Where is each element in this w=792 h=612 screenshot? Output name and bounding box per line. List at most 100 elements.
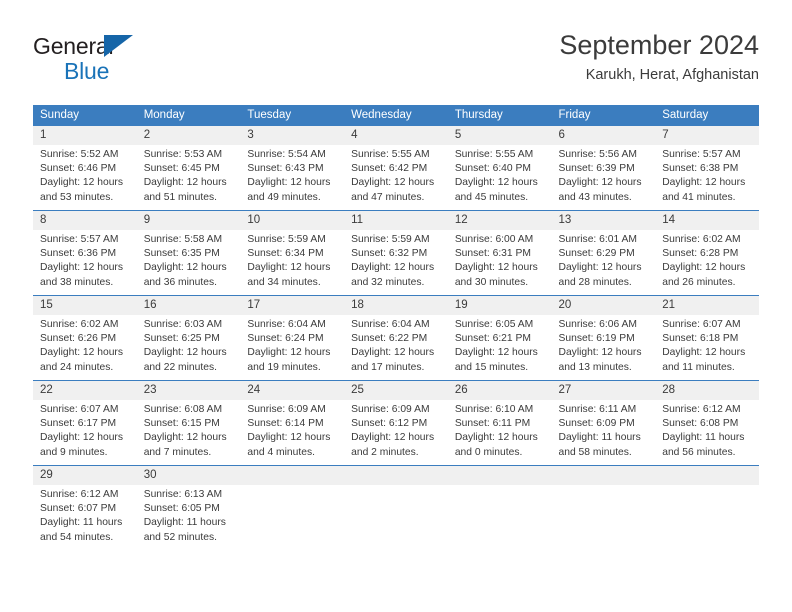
sunset-time: Sunset: 6:46 PM — [40, 163, 117, 175]
sunset-time: Sunset: 6:08 PM — [662, 418, 739, 430]
daylight-duration-line2: and 41 minutes. — [662, 191, 736, 203]
day-number: 4 — [344, 126, 448, 145]
sunset-time: Sunset: 6:22 PM — [351, 333, 428, 345]
daylight-duration-line2: and 15 minutes. — [454, 361, 529, 373]
daylight-duration-line1: Daylight: 12 hours — [662, 177, 746, 189]
sunrise-time: Sunrise: 6:12 AM — [662, 404, 741, 415]
sunrise-time: Sunrise: 6:04 AM — [351, 319, 430, 330]
column-header-friday: Friday — [551, 105, 656, 126]
calendar-day-cell[interactable]: 5 Sunrise: 5:55 AM Sunset: 6:40 PM Daylight… — [447, 125, 552, 211]
calendar-day-cell[interactable]: 28 Sunrise: 6:12 AM Sunset: 6:08 PM Dayligh… — [655, 380, 759, 466]
calendar-day-cell[interactable]: 12 Sunrise: 6:00 AM Sunset: 6:31 PM Dayligh… — [447, 210, 552, 296]
day-details: Sunrise: 6:00 AM Sunset: 6:31 PM Daylight:… — [448, 230, 552, 290]
sunrise-time: Sunrise: 6:01 AM — [558, 234, 637, 245]
calendar-day-cell[interactable]: 10 Sunrise: 5:59 AM Sunset: 6:34 PM Dayligh… — [240, 210, 345, 296]
daylight-duration-line1: Daylight: 12 hours — [40, 432, 123, 444]
sunset-time: Sunset: 6:45 PM — [143, 163, 220, 175]
daylight-duration-line1: Daylight: 12 hours — [558, 177, 642, 189]
daylight-duration-line2: and 17 minutes. — [351, 361, 425, 373]
daylight-duration-line2: and 0 minutes. — [454, 446, 523, 458]
daylight-duration-line2: and 54 minutes. — [40, 531, 114, 543]
day-number: 30 — [136, 466, 241, 485]
daylight-duration-line1: Daylight: 12 hours — [454, 432, 538, 444]
calendar-day-cell[interactable]: 6 Sunrise: 5:56 AM Sunset: 6:39 PM Daylight… — [551, 125, 656, 211]
sunset-time: Sunset: 6:42 PM — [351, 163, 428, 175]
sunrise-time: Sunrise: 5:53 AM — [143, 149, 223, 160]
calendar-day-cell[interactable]: 20 Sunrise: 6:06 AM Sunset: 6:19 PM Dayligh… — [551, 295, 656, 381]
daylight-duration-line2: and 30 minutes. — [454, 276, 529, 288]
calendar-day-cell[interactable]: 27 Sunrise: 6:11 AM Sunset: 6:09 PM Dayligh… — [551, 380, 656, 466]
daylight-duration-line1: Daylight: 12 hours — [143, 432, 227, 444]
calendar-day-cell[interactable]: 7 Sunrise: 5:57 AM Sunset: 6:38 PM Daylight… — [655, 125, 759, 211]
calendar-day-cell[interactable]: 9 Sunrise: 5:58 AM Sunset: 6:35 PM Daylight… — [136, 210, 241, 296]
column-header-saturday: Saturday — [655, 105, 759, 126]
day-details: Sunrise: 5:58 AM Sunset: 6:35 PM Daylight:… — [137, 230, 241, 290]
calendar-day-cell[interactable]: 26 Sunrise: 6:10 AM Sunset: 6:11 PM Dayligh… — [447, 380, 552, 466]
calendar-day-cell[interactable]: 17 Sunrise: 6:04 AM Sunset: 6:24 PM Dayligh… — [240, 295, 345, 381]
day-number: 16 — [136, 296, 241, 315]
calendar-day-cell[interactable]: 29 Sunrise: 6:12 AM Sunset: 6:07 PM Dayligh… — [33, 465, 137, 550]
calendar-day-cell[interactable]: 19 Sunrise: 6:05 AM Sunset: 6:21 PM Dayligh… — [447, 295, 552, 381]
daylight-duration-line2: and 38 minutes. — [40, 276, 114, 288]
daylight-duration-line1: Daylight: 12 hours — [558, 347, 642, 359]
day-number: 1 — [33, 126, 137, 145]
day-details: Sunrise: 5:59 AM Sunset: 6:32 PM Daylight:… — [344, 230, 448, 290]
day-details: Sunrise: 6:09 AM Sunset: 6:14 PM Daylight:… — [240, 400, 344, 460]
daylight-duration-line2: and 24 minutes. — [40, 361, 114, 373]
calendar-day-cell[interactable]: 24 Sunrise: 6:09 AM Sunset: 6:14 PM Dayligh… — [240, 380, 345, 466]
day-number: 3 — [240, 126, 345, 145]
calendar-day-cell[interactable]: 15 Sunrise: 6:02 AM Sunset: 6:26 PM Dayligh… — [33, 295, 137, 381]
day-number: 18 — [344, 296, 448, 315]
calendar-day-cell[interactable]: 25 Sunrise: 6:09 AM Sunset: 6:12 PM Dayligh… — [344, 380, 448, 466]
calendar-day-cell[interactable]: 1 Sunrise: 5:52 AM Sunset: 6:46 PM Daylight… — [33, 125, 137, 211]
sunrise-time: Sunrise: 6:12 AM — [40, 489, 119, 500]
daylight-duration-line1: Daylight: 12 hours — [351, 432, 435, 444]
sunrise-time: Sunrise: 5:58 AM — [143, 234, 223, 245]
daylight-duration-line2: and 56 minutes. — [662, 446, 736, 458]
calendar-day-cell[interactable]: 13 Sunrise: 6:01 AM Sunset: 6:29 PM Dayligh… — [551, 210, 656, 296]
daylight-duration-line2: and 34 minutes. — [247, 276, 321, 288]
sunrise-time: Sunrise: 6:11 AM — [558, 404, 637, 415]
day-number: 19 — [447, 296, 552, 315]
calendar-day-cell[interactable]: 18 Sunrise: 6:04 AM Sunset: 6:22 PM Dayligh… — [344, 295, 448, 381]
day-number: 14 — [655, 211, 759, 230]
calendar-week-row: 1 Sunrise: 5:52 AM Sunset: 6:46 PM Daylight… — [33, 125, 759, 211]
daylight-duration-line2: and 28 minutes. — [558, 276, 632, 288]
brand-logo[interactable]: General Blue — [33, 32, 243, 88]
brand-logo-top-row: General — [33, 32, 243, 60]
day-details: Sunrise: 5:53 AM Sunset: 6:45 PM Daylight:… — [137, 145, 241, 205]
calendar-day-cell[interactable]: 14 Sunrise: 6:02 AM Sunset: 6:28 PM Dayligh… — [655, 210, 759, 296]
day-details: Sunrise: 6:02 AM Sunset: 6:28 PM Daylight:… — [655, 230, 759, 290]
calendar-day-cell[interactable]: 4 Sunrise: 5:55 AM Sunset: 6:42 PM Daylight… — [344, 125, 448, 211]
calendar-day-cell[interactable]: 23 Sunrise: 6:08 AM Sunset: 6:15 PM Dayligh… — [136, 380, 241, 466]
calendar-day-cell[interactable]: 11 Sunrise: 5:59 AM Sunset: 6:32 PM Dayligh… — [344, 210, 448, 296]
calendar-day-cell[interactable]: 3 Sunrise: 5:54 AM Sunset: 6:43 PM Daylight… — [240, 125, 345, 211]
daylight-duration-line1: Daylight: 12 hours — [247, 432, 331, 444]
sunset-time: Sunset: 6:07 PM — [40, 503, 117, 515]
sunset-time: Sunset: 6:21 PM — [454, 333, 531, 345]
calendar-day-cell[interactable]: 16 Sunrise: 6:03 AM Sunset: 6:25 PM Dayligh… — [136, 295, 241, 381]
daylight-duration-line2: and 52 minutes. — [143, 531, 217, 543]
title-block: September 2024 Karukh, Herat, Afghanista… — [559, 28, 759, 86]
sunset-time: Sunset: 6:35 PM — [143, 248, 220, 260]
sunrise-time: Sunrise: 5:59 AM — [247, 234, 326, 245]
calendar-day-cell[interactable]: 8 Sunrise: 5:57 AM Sunset: 6:36 PM Daylight… — [33, 210, 137, 296]
calendar-day-cell[interactable]: 2 Sunrise: 5:53 AM Sunset: 6:45 PM Daylight… — [136, 125, 241, 211]
sunrise-time: Sunrise: 6:00 AM — [454, 234, 534, 245]
calendar-day-cell[interactable]: 22 Sunrise: 6:07 AM Sunset: 6:17 PM Dayligh… — [33, 380, 137, 466]
calendar-day-cell[interactable]: 30 Sunrise: 6:13 AM Sunset: 6:05 PM Dayligh… — [136, 465, 241, 550]
day-number: 27 — [551, 381, 656, 400]
daylight-duration-line1: Daylight: 12 hours — [558, 262, 642, 274]
daylight-duration-line1: Daylight: 12 hours — [247, 347, 331, 359]
sunset-time: Sunset: 6:29 PM — [558, 248, 635, 260]
calendar-day-cell[interactable]: 21 Sunrise: 6:07 AM Sunset: 6:18 PM Dayligh… — [655, 295, 759, 381]
calendar-header-row: Sunday Monday Tuesday Wednesday Thursday… — [33, 105, 759, 126]
day-number — [344, 466, 448, 485]
daylight-duration-line2: and 43 minutes. — [558, 191, 632, 203]
day-number: 7 — [655, 126, 759, 145]
day-details — [240, 485, 344, 488]
sunrise-time: Sunrise: 6:05 AM — [454, 319, 534, 330]
daylight-duration-line2: and 26 minutes. — [662, 276, 736, 288]
day-details — [344, 485, 448, 488]
day-number: 20 — [551, 296, 656, 315]
